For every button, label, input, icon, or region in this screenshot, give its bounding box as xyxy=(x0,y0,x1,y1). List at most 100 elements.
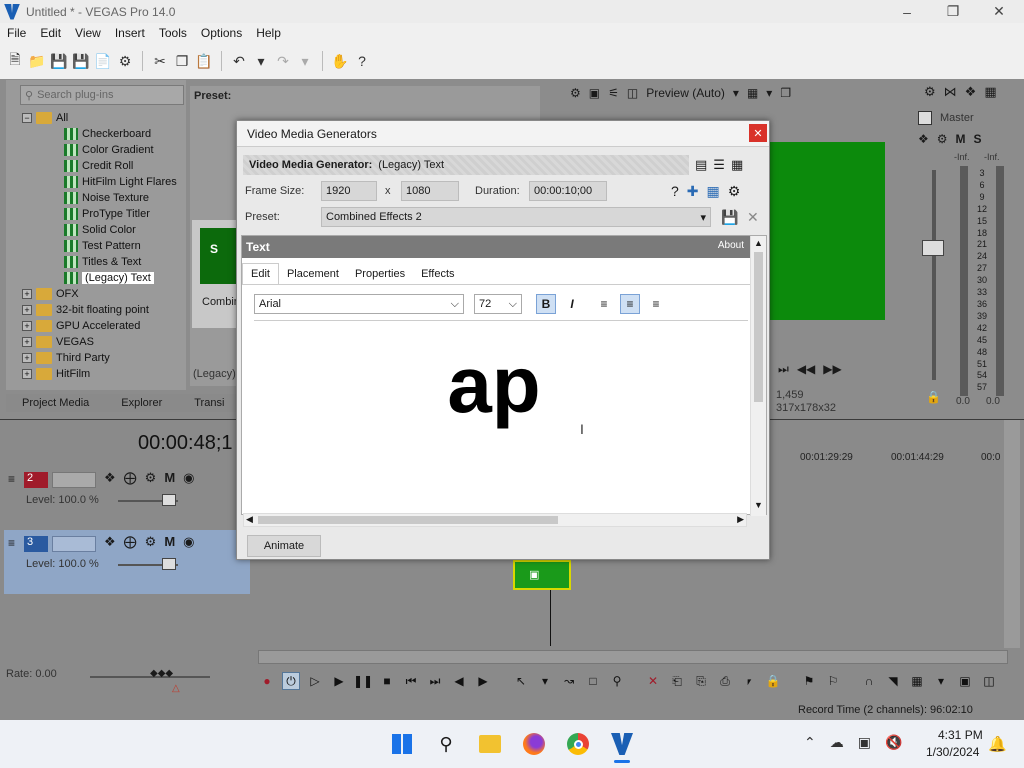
solo-button[interactable]: S xyxy=(974,132,982,146)
frame-width-input[interactable]: 1920 xyxy=(321,181,377,201)
lock-icon[interactable]: 🔒 xyxy=(764,672,782,690)
track-menu-icon[interactable]: ≡ xyxy=(8,472,15,486)
marker-icon[interactable]: ⚑ xyxy=(800,672,818,690)
maximize-button[interactable]: ❐ xyxy=(930,0,976,23)
hscroll-thumb[interactable] xyxy=(258,516,558,524)
overlay-icon[interactable]: ◫ xyxy=(627,86,638,100)
expand-icon[interactable]: + xyxy=(22,289,32,299)
rate-slider-icon[interactable]: ◆◆◆ xyxy=(150,668,173,679)
master-fader[interactable] xyxy=(922,240,944,256)
redo-dropdown-icon[interactable]: ▾ xyxy=(296,52,314,70)
start-windows-icon[interactable] xyxy=(388,730,416,758)
menu-view[interactable]: View xyxy=(68,26,108,40)
collapse-icon[interactable]: − xyxy=(22,113,32,123)
pause-icon[interactable]: ❚❚ xyxy=(353,672,373,690)
properties-gear-icon[interactable]: ⚙ xyxy=(116,52,134,70)
track-header-2[interactable]: ≡ 2 ❖ ⨁ ⚙ M ◉ Level: 100.0 % xyxy=(4,468,250,526)
undo-icon[interactable]: ↶ xyxy=(230,52,248,70)
compositing-icon[interactable]: ❖ xyxy=(104,534,116,550)
copy-icon[interactable]: ❐ xyxy=(173,52,191,70)
tab-effects[interactable]: Effects xyxy=(413,264,462,284)
split-icon[interactable]: ⚟ xyxy=(608,86,619,100)
chevron-up-icon[interactable]: ⌃ xyxy=(804,734,816,751)
file-explorer-icon[interactable] xyxy=(476,730,504,758)
align-center-icon[interactable]: ≡ xyxy=(620,294,640,314)
undo-dropdown-icon[interactable]: ▾ xyxy=(252,52,270,70)
tree-item-gpu-accelerated[interactable]: + GPU Accelerated xyxy=(22,318,187,334)
track-menu-icon[interactable]: ≡ xyxy=(8,536,15,550)
list-view-icon[interactable]: ☰ xyxy=(713,157,725,173)
selection-tool-icon[interactable]: □ xyxy=(584,672,602,690)
tree-item-titles-text[interactable]: Titles & Text xyxy=(22,254,187,270)
tree-item-checkerboard[interactable]: Checkerboard xyxy=(22,126,187,142)
close-button[interactable]: ✕ xyxy=(976,0,1022,23)
about-link[interactable]: About xyxy=(718,240,744,251)
motion-icon[interactable]: ⨁ xyxy=(124,534,137,550)
split-icon[interactable]: ⎖ xyxy=(740,672,758,690)
auto-crossfade-icon[interactable]: ◥ xyxy=(884,672,902,690)
clock-time[interactable]: 4:31 PM xyxy=(938,728,983,742)
motion-icon[interactable]: ⨁ xyxy=(124,470,137,486)
font-size-dropdown[interactable]: 72 ⌵ xyxy=(474,294,522,314)
lock-icon[interactable]: 🔒 xyxy=(926,390,941,404)
tree-item-hitfilm-light-flares[interactable]: HitFilm Light Flares xyxy=(22,174,187,190)
expand-icon[interactable]: + xyxy=(22,337,32,347)
ignore-grouping-icon[interactable]: ◫ xyxy=(980,672,998,690)
plugin-vscroll[interactable]: ▲ ▼ xyxy=(750,236,766,516)
tree-item-third-party[interactable]: + Third Party xyxy=(22,350,187,366)
go-to-end-icon[interactable]: ⏭ xyxy=(426,672,444,690)
delete-preset-icon[interactable]: ✕ xyxy=(747,209,759,226)
expand-icon[interactable]: + xyxy=(22,305,32,315)
scroll-left-icon[interactable]: ◀ xyxy=(246,514,253,525)
compositing-icon[interactable]: ❖ xyxy=(104,470,116,486)
clock-date[interactable]: 1/30/2024 xyxy=(926,745,979,759)
solo-icon[interactable]: ◉ xyxy=(183,470,194,486)
trim-icon[interactable]: ⎗ xyxy=(668,672,686,690)
fx-icon[interactable]: ❖ xyxy=(918,132,929,146)
solo-icon[interactable]: ◉ xyxy=(183,534,194,550)
insert-fx-icon[interactable]: ❖ xyxy=(965,84,977,100)
duration-input[interactable]: 00:00:10;00 xyxy=(529,181,607,201)
frame-height-input[interactable]: 1080 xyxy=(401,181,459,201)
track-name-field[interactable] xyxy=(52,472,96,488)
gear-icon[interactable]: ⚙ xyxy=(145,534,157,550)
vegas-taskbar-icon[interactable] xyxy=(608,730,636,758)
plugin-search[interactable]: ⚲ Search plug-ins xyxy=(20,85,184,105)
play-from-start-icon[interactable]: ▷ xyxy=(306,672,324,690)
grid-icon[interactable]: ▦ xyxy=(747,86,758,100)
tree-item-credit-roll[interactable]: Credit Roll xyxy=(22,158,187,174)
tab-explorer[interactable]: Explorer xyxy=(105,394,178,412)
snap-icon[interactable]: ∩ xyxy=(860,672,878,690)
bus-icon[interactable]: ⋈ xyxy=(944,84,957,100)
envelope-tool-icon[interactable]: ↝ xyxy=(560,672,578,690)
gear-icon[interactable]: ⚙ xyxy=(937,132,948,146)
gear-icon[interactable]: ⚙ xyxy=(570,86,581,100)
chevron-down-icon[interactable]: ▾ xyxy=(536,672,554,690)
whats-this-help-icon[interactable]: ? xyxy=(353,52,371,70)
timeline-hscroll[interactable] xyxy=(258,650,1008,664)
tab-placement[interactable]: Placement xyxy=(279,264,347,284)
master-checkbox[interactable] xyxy=(918,111,932,125)
copy-snapshot-icon[interactable]: ❐ xyxy=(780,86,791,100)
network-icon[interactable]: ▣ xyxy=(858,734,871,751)
save-icon[interactable]: 💾 xyxy=(50,52,68,70)
scroll-right-icon[interactable]: ▶ xyxy=(737,514,744,525)
prev-frame-icon[interactable]: ◀ xyxy=(450,672,468,690)
render-icon[interactable]: 📄 xyxy=(94,52,112,70)
tree-item-all[interactable]: − All xyxy=(22,110,187,126)
mute-button[interactable]: M xyxy=(164,534,175,550)
mute-button[interactable]: M xyxy=(164,470,175,486)
tree-item-noise-texture[interactable]: Noise Texture xyxy=(22,190,187,206)
tree-item-32-bit-floating-point[interactable]: +32-bit floating point xyxy=(22,302,187,318)
delete-icon[interactable]: ✕ xyxy=(644,672,662,690)
ripple-icon[interactable]: ▦ xyxy=(908,672,926,690)
gear-icon[interactable]: ⚙ xyxy=(728,183,741,200)
scroll-down-icon[interactable]: ▼ xyxy=(754,500,763,510)
lock-envelopes-icon[interactable]: ▣ xyxy=(956,672,974,690)
play-icon[interactable]: ▶ xyxy=(330,672,348,690)
tree-item-protype-titler[interactable]: ProType Titler xyxy=(22,206,187,222)
new-file-icon[interactable]: 🗎 xyxy=(6,51,24,70)
next-frame-icon[interactable]: ▶ xyxy=(474,672,492,690)
region-icon[interactable]: ⚐ xyxy=(824,672,842,690)
zoom-tool-icon[interactable]: ⚲ xyxy=(608,672,626,690)
